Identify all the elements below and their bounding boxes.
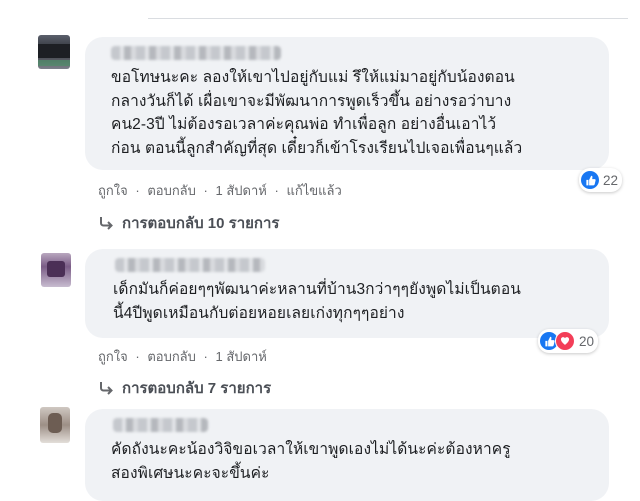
reply-link[interactable]: ตอบกลับ [147, 346, 196, 367]
timestamp[interactable]: 1 สัปดาห์ [216, 346, 267, 367]
separator: · [203, 349, 208, 364]
love-icon [555, 331, 575, 351]
replies-label: การตอบกลับ 7 รายการ [122, 380, 272, 397]
blurred-author-name[interactable] [111, 46, 281, 60]
comment-actions: ถูกใจ · ตอบกลับ · 1 สัปดาห์ · แก้ไขแล้ว [98, 180, 342, 201]
view-replies-link[interactable]: การตอบกลับ 10 รายการ [98, 211, 279, 235]
reply-link[interactable]: ตอบกลับ [147, 180, 196, 201]
like-icon [581, 171, 599, 189]
reply-arrow-icon [98, 381, 114, 395]
like-link[interactable]: ถูกใจ [98, 346, 128, 367]
reaction-count: 22 [603, 172, 619, 188]
top-divider [148, 18, 628, 19]
timestamp[interactable]: 1 สัปดาห์ [216, 180, 267, 201]
reply-arrow-icon [98, 216, 114, 230]
avatar[interactable] [41, 253, 71, 287]
avatar[interactable] [40, 407, 70, 443]
separator: · [135, 349, 140, 364]
reaction-summary[interactable]: 22 [579, 168, 623, 192]
comment-bubble: ขอโทษนะคะ ลองให้เขาไปอยู่กับแม่ รึให้แม่… [85, 37, 609, 170]
comment-text: คัดถังนะคะน้องวิจิขอเวลาให้เขาพูดเองไม่ไ… [111, 441, 511, 482]
replies-label: การตอบกลับ 10 รายการ [122, 215, 280, 232]
separator: · [274, 183, 279, 198]
separator: · [203, 183, 208, 198]
comment-bubble: คัดถังนะคะน้องวิจิขอเวลาให้เขาพูดเองไม่ไ… [85, 409, 609, 501]
blurred-author-name[interactable] [115, 258, 265, 272]
comment-actions: ถูกใจ · ตอบกลับ · 1 สัปดาห์ [98, 346, 267, 367]
avatar[interactable] [38, 35, 70, 69]
comment-bubble: เด็กมันก็ค่อยๆๆพัฒนาค่ะหลานที่บ้าน3กว่าๆ… [85, 249, 609, 338]
like-link[interactable]: ถูกใจ [98, 180, 128, 201]
reaction-summary[interactable]: 20 [538, 329, 599, 353]
comment-text: เด็กมันก็ค่อยๆๆพัฒนาค่ะหลานที่บ้าน3กว่าๆ… [113, 281, 521, 322]
comment-text: ขอโทษนะคะ ลองให้เขาไปอยู่กับแม่ รึให้แม่… [111, 69, 523, 157]
edited-label[interactable]: แก้ไขแล้ว [286, 180, 341, 201]
separator: · [135, 183, 140, 198]
reaction-count: 20 [579, 333, 595, 349]
blurred-author-name[interactable] [113, 418, 208, 432]
view-replies-link[interactable]: การตอบกลับ 7 รายการ [98, 376, 271, 400]
